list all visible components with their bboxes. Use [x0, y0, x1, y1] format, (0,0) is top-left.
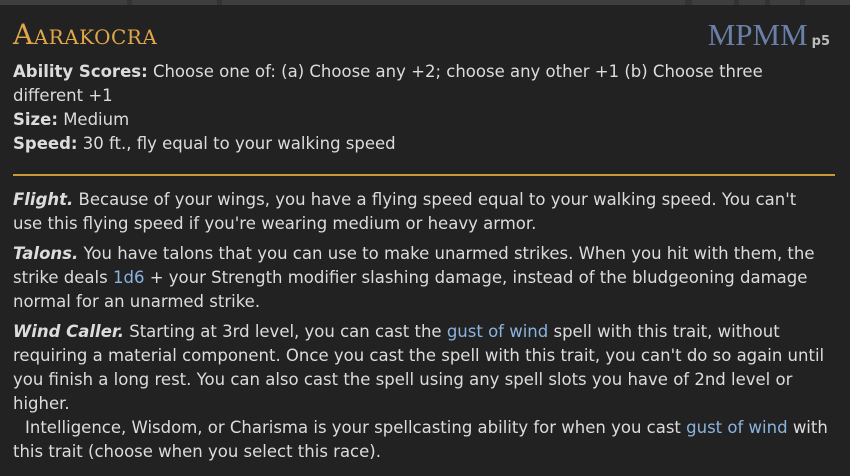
- source-citation[interactable]: MPMM p5: [708, 18, 830, 59]
- trait-flight: Flight. Because of your wings, you have …: [13, 188, 830, 236]
- trait-paragraph: Wind Caller. Starting at 3rd level, you …: [13, 320, 830, 416]
- race-stats: Ability Scores: Choose one of: (a) Choos…: [13, 60, 830, 156]
- ability-scores-label: Ability Scores:: [13, 62, 148, 81]
- trait-text: Starting at 3rd level, you can cast the: [129, 322, 442, 341]
- section-divider: [13, 174, 835, 176]
- tab-strip-segment[interactable]: [770, 0, 800, 5]
- speed-label: Speed:: [13, 134, 78, 153]
- trait-text: Intelligence, Wisdom, or Charisma is you…: [25, 418, 681, 437]
- trait-name: Talons.: [13, 244, 79, 263]
- trait-wind-caller: Wind Caller. Starting at 3rd level, you …: [13, 320, 830, 464]
- size-row: Size: Medium: [13, 108, 830, 132]
- trait-name: Flight.: [13, 190, 74, 209]
- trait-text: Because of your wings, you have a flying…: [13, 190, 797, 233]
- source-abbreviation[interactable]: MPMM: [708, 17, 808, 52]
- race-traits: Flight. Because of your wings, you have …: [13, 188, 830, 470]
- dice-roll-link[interactable]: 1d6: [113, 268, 144, 287]
- tab-strip-segment[interactable]: [222, 0, 685, 5]
- race-header: Aarakocra MPMM p5: [13, 18, 830, 52]
- source-page: p5: [811, 34, 830, 49]
- trait-talons: Talons. You have talons that you can use…: [13, 242, 830, 314]
- spell-link-gust-of-wind[interactable]: gust of wind: [447, 322, 548, 341]
- tab-strip-segment[interactable]: [0, 0, 127, 5]
- ability-scores-row: Ability Scores: Choose one of: (a) Choos…: [13, 60, 830, 108]
- tab-strip-segment[interactable]: [805, 0, 850, 5]
- size-label: Size:: [13, 110, 58, 129]
- tab-strip-segment[interactable]: [132, 0, 217, 5]
- top-tab-strip: [0, 0, 850, 5]
- speed-value: 30 ft., fly equal to your walking speed: [82, 134, 396, 153]
- race-title: Aarakocra: [13, 18, 158, 51]
- trait-name: Wind Caller.: [13, 322, 124, 341]
- speed-row: Speed: 30 ft., fly equal to your walking…: [13, 132, 830, 156]
- spell-link-gust-of-wind[interactable]: gust of wind: [686, 418, 787, 437]
- trait-paragraph: Intelligence, Wisdom, or Charisma is you…: [13, 416, 830, 464]
- tab-strip-segment[interactable]: [692, 0, 734, 5]
- size-value: Medium: [63, 110, 130, 129]
- tab-strip-segment[interactable]: [739, 0, 765, 5]
